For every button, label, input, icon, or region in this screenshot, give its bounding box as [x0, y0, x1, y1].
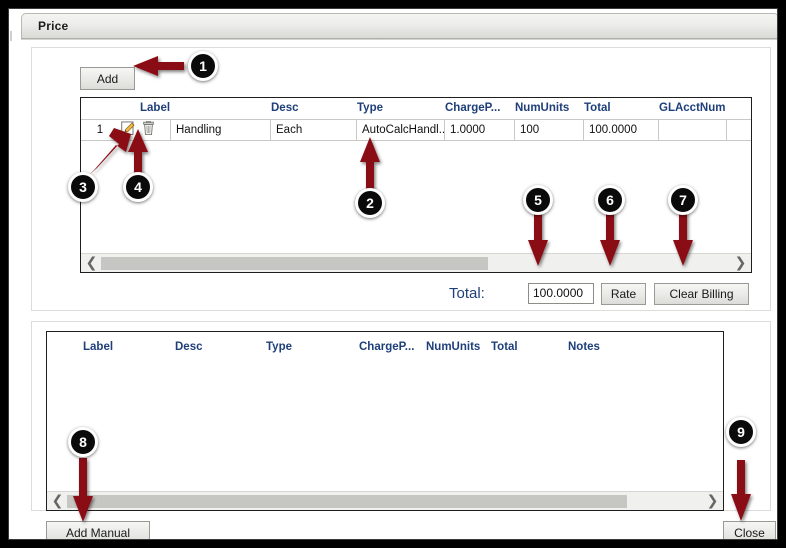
- total-label: Total:: [449, 285, 485, 302]
- column-header-total: Total: [584, 102, 611, 114]
- hscrollbar-thumb[interactable]: [101, 257, 488, 270]
- manual-lines-grid: Label Desc Type ChargeP... NumUnits Tota…: [46, 331, 724, 511]
- trash-delete-icon[interactable]: [142, 120, 155, 136]
- cell-glacctnum: [659, 120, 727, 141]
- chevron-right-icon[interactable]: ❯: [732, 254, 749, 272]
- column-header-chargep: ChargeP...: [445, 102, 501, 114]
- column-header-desc: Desc: [271, 102, 299, 114]
- add-button[interactable]: Add: [80, 67, 135, 90]
- dialog-titlebar: Price: [21, 13, 777, 39]
- titlebar-divider: [21, 39, 777, 40]
- chevron-left-icon[interactable]: ❮: [49, 492, 66, 510]
- cell-chargep: 1.0000: [445, 120, 515, 141]
- column-header-label: Label: [83, 341, 114, 353]
- billing-lines-hscrollbar[interactable]: ❮ ❯: [81, 253, 751, 272]
- price-dialog-window: Price Add Label Desc Type ChargeP... Num…: [8, 8, 778, 540]
- cell-type: AutoCalcHandl...: [357, 120, 445, 141]
- close-button[interactable]: Close: [723, 521, 776, 539]
- page-title: Price: [38, 19, 69, 33]
- column-header-type: Type: [266, 341, 292, 353]
- billing-lines-grid: Label Desc Type ChargeP... NumUnits Tota…: [80, 97, 752, 273]
- add-manual-button[interactable]: Add Manual: [46, 521, 150, 539]
- cell-desc: Each: [271, 120, 357, 141]
- pencil-edit-icon[interactable]: [121, 121, 136, 136]
- chevron-left-icon[interactable]: ❮: [83, 254, 100, 272]
- column-header-chargep: ChargeP...: [359, 341, 415, 353]
- column-header-total: Total: [491, 341, 518, 353]
- column-header-numunits: NumUnits: [515, 102, 570, 114]
- table-row[interactable]: 1 Handling Each AutoCalcHandl... 1.0000 …: [81, 119, 751, 141]
- rate-button[interactable]: Rate: [601, 283, 646, 305]
- column-header-desc: Desc: [175, 341, 203, 353]
- total-value-field[interactable]: 100.0000: [528, 283, 594, 304]
- column-header-label: Label: [140, 102, 171, 114]
- row-action-cell: [119, 120, 171, 141]
- column-header-type: Type: [357, 102, 383, 114]
- manual-lines-hscrollbar[interactable]: ❮ ❯: [47, 491, 723, 510]
- column-header-notes: Notes: [568, 341, 600, 353]
- hscrollbar-thumb[interactable]: [67, 495, 627, 508]
- billing-lines-grid-header: Label Desc Type ChargeP... NumUnits Tota…: [81, 98, 751, 119]
- clear-billing-button[interactable]: Clear Billing: [654, 283, 749, 305]
- chevron-right-icon[interactable]: ❯: [704, 492, 721, 510]
- cell-label: Handling: [171, 120, 271, 141]
- column-header-numunits: NumUnits: [426, 341, 481, 353]
- cell-spacer: [727, 120, 751, 141]
- window-edge-tick: [10, 31, 12, 41]
- row-number: 1: [96, 124, 104, 136]
- cell-total: 100.0000: [584, 120, 659, 141]
- column-header-glacctnum: GLAcctNum: [659, 102, 726, 114]
- cell-numunits: 100: [515, 120, 584, 141]
